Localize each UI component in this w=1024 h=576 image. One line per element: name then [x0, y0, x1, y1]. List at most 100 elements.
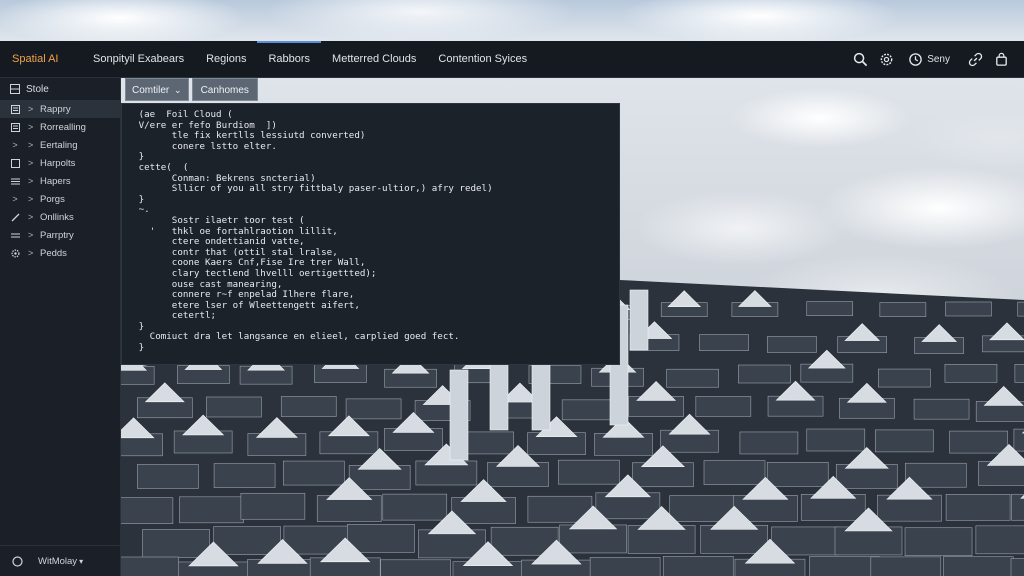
doc-icon — [10, 122, 20, 132]
code-line: Sostr ilaetr toor test ( — [122, 214, 305, 226]
nav-tab-exabears[interactable]: Sonpityil Exabears — [82, 41, 195, 78]
city-block — [975, 525, 1024, 555]
city-block — [1017, 301, 1024, 317]
grid-icon — [10, 84, 20, 94]
city-block — [142, 529, 210, 558]
chevron-right-icon: > — [28, 194, 34, 204]
user-menu[interactable]: Seny — [907, 46, 950, 72]
tower — [449, 369, 469, 461]
city-block — [703, 460, 766, 485]
city-block — [767, 336, 817, 353]
city-block — [561, 399, 618, 421]
link-icon[interactable] — [962, 46, 988, 72]
code-editor[interactable]: (ae Foil Cloud ( V/ere er fefo Burdiom ]… — [121, 103, 620, 365]
sidebar-header[interactable]: Stole — [0, 78, 120, 100]
city-block — [1010, 558, 1024, 576]
city-block — [662, 556, 734, 576]
chevron-right-icon: > — [12, 194, 18, 204]
city-block — [283, 460, 345, 486]
sidebar-item-parrptry[interactable]: > Parrptry — [0, 226, 120, 244]
link-icon — [10, 212, 20, 222]
nav-tab-regions[interactable]: Regions — [195, 41, 257, 78]
compiler-dropdown-label: Comtiler — [132, 85, 170, 96]
settings-icon[interactable] — [873, 46, 899, 72]
city-block — [874, 429, 934, 453]
city-block — [944, 364, 998, 383]
compiler-dropdown[interactable]: Comtiler ⌄ — [125, 78, 189, 101]
code-line: } — [122, 151, 145, 163]
code-line: } — [122, 193, 145, 205]
canhomes-tab[interactable]: Canhomes — [191, 78, 258, 101]
chevron-down-icon: ▾ — [79, 556, 84, 566]
code-line: conere lstto elter. — [122, 140, 277, 152]
list-icon — [10, 176, 20, 186]
status-icon — [12, 555, 23, 567]
city-block — [347, 524, 415, 553]
nav-tab-rabbors[interactable]: Rabbors — [257, 40, 322, 78]
city-block — [809, 556, 880, 576]
chevron-down-icon: ⌄ — [174, 85, 182, 95]
city-block — [213, 526, 281, 555]
list-icon — [10, 230, 20, 240]
city-block — [120, 556, 180, 576]
user-label: Seny — [927, 53, 950, 65]
chevron-right-icon: > — [28, 176, 34, 186]
sidebar-item-label: Rorrealling — [40, 121, 86, 133]
city-block — [120, 497, 174, 524]
sidebar: Stole > Rappry > Rorrealling > > Eertali… — [0, 78, 121, 576]
chevron-right-icon: > — [28, 230, 34, 240]
sidebar-item-hapers[interactable]: > Hapers — [0, 172, 120, 190]
sidebar-item-rappry[interactable]: > Rappry — [0, 100, 120, 118]
sidebar-item-label: Eertaling — [40, 139, 78, 151]
sidebar-item-label: Rappry — [40, 103, 71, 115]
top-navigation-bar: Spatial AI Sonpityil Exabears Regions Ra… — [0, 40, 1024, 78]
code-line: clary tectlend lhvelll oertigettted); — [122, 267, 377, 279]
sidebar-item-porgs[interactable]: > > Porgs — [0, 190, 120, 208]
city-block — [806, 301, 854, 316]
doc-icon — [10, 104, 20, 114]
city-block — [213, 463, 276, 488]
bag-icon[interactable] — [988, 46, 1014, 72]
search-icon[interactable] — [847, 46, 873, 72]
code-lines: (ae Foil Cloud ( V/ere er fefo Burdiom ]… — [122, 109, 619, 354]
city-block — [879, 302, 927, 317]
nav-tab-contention-syices[interactable]: Contention Syices — [427, 41, 538, 78]
sidebar-footer[interactable]: WitMolay ▾ — [0, 545, 120, 576]
city-block — [345, 398, 402, 420]
code-line: Sllicr of you all stry fittbaly paser-ul… — [122, 183, 493, 195]
sidebar-header-label: Stole — [26, 83, 49, 95]
city-block — [738, 364, 791, 384]
chevron-right-icon: > — [28, 104, 34, 114]
city-block — [240, 492, 306, 520]
city-block — [695, 396, 752, 417]
sidebar-item-harpolts[interactable]: > Harpolts — [0, 154, 120, 172]
city-block — [878, 368, 931, 388]
sidebar-item-eertaling[interactable]: > > Eertaling — [0, 136, 120, 154]
nav-tab-metterred-clouds[interactable]: Metterred Clouds — [321, 41, 427, 78]
city-block — [945, 301, 992, 317]
sidebar-footer-label: WitMolay — [38, 555, 78, 567]
city-block — [806, 428, 866, 452]
city-block — [137, 464, 199, 489]
sidebar-item-onllinks[interactable]: > Onllinks — [0, 208, 120, 226]
sidebar-item-label: Porgs — [40, 193, 65, 205]
main-nav: Sonpityil Exabears Regions Rabbors Mette… — [82, 40, 538, 78]
city-block — [870, 556, 942, 576]
code-line: (ae Foil Cloud ( — [122, 109, 233, 120]
app-brand[interactable]: Spatial AI — [12, 53, 70, 65]
sidebar-item-pedds[interactable]: > Pedds — [0, 244, 120, 262]
sidebar-item-label: Pedds — [40, 247, 67, 259]
sidebar-item-rorrealling[interactable]: > Rorrealling — [0, 118, 120, 136]
city-block — [949, 430, 1008, 454]
code-line: cette( ( — [122, 161, 189, 173]
city-block — [945, 494, 1011, 521]
sidebar-item-label: Onllinks — [40, 211, 74, 223]
city-block — [589, 557, 661, 576]
city-block — [558, 459, 620, 485]
topbar-actions: Seny — [847, 46, 1014, 72]
code-line: cetertl; — [122, 310, 217, 322]
city-block — [913, 398, 970, 420]
chevron-right-icon: > — [28, 212, 34, 222]
sidebar-item-label: Parrptry — [40, 229, 74, 241]
clock-icon — [907, 46, 923, 72]
